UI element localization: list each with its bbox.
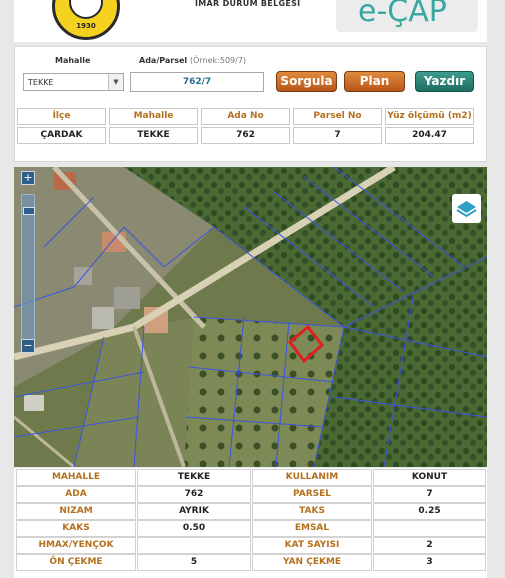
row-value-1: TEKKE bbox=[137, 469, 251, 486]
mahalle-select-value: TEKKE bbox=[28, 78, 54, 87]
row-value-2: 2 bbox=[373, 537, 486, 554]
table-row: NIZAM AYRIK TAKS 0.25 bbox=[14, 503, 487, 520]
table-row: ÖN ÇEKME 5 YAN ÇEKME 3 bbox=[14, 554, 487, 571]
table-row: HMAX/YENÇOK KAT SAYISI 2 bbox=[14, 537, 487, 554]
layers-icon bbox=[456, 201, 477, 218]
table-row: ADA 762 PARSEL 7 bbox=[14, 486, 487, 503]
satellite-map-view[interactable] bbox=[14, 167, 487, 467]
row-value-2: 7 bbox=[373, 486, 486, 503]
row-label-1: ÖN ÇEKME bbox=[16, 554, 136, 571]
row-value-2 bbox=[373, 520, 486, 537]
ada-no-header: Ada No bbox=[201, 108, 290, 125]
row-label-1: KAKS bbox=[16, 520, 136, 537]
mahalle-label: Mahalle bbox=[55, 56, 91, 65]
row-label-1: NIZAM bbox=[16, 503, 136, 520]
yazdir-button[interactable]: Yazdır bbox=[415, 71, 474, 92]
yuz-olcumu-header: Yüz ölçümü (m2) bbox=[385, 108, 474, 125]
mahalle-select[interactable]: TEKKE ▼ bbox=[23, 73, 124, 91]
ilce-header: İlçe bbox=[17, 108, 106, 125]
tree-emblem-icon bbox=[69, 0, 103, 19]
table-row: KAKS 0.50 EMSAL bbox=[14, 520, 487, 537]
row-value-1: 762 bbox=[137, 486, 251, 503]
municipality-logo: 1930 bbox=[52, 0, 120, 40]
row-label-2: YAN ÇEKME bbox=[252, 554, 372, 571]
zoom-out-button[interactable]: − bbox=[21, 339, 35, 353]
layers-button[interactable] bbox=[452, 194, 481, 223]
parsel-no-header: Parsel No bbox=[293, 108, 382, 125]
row-label-2: KULLANIM bbox=[252, 469, 372, 486]
chevron-down-icon[interactable]: ▼ bbox=[108, 74, 123, 90]
row-label-1: HMAX/YENÇOK bbox=[16, 537, 136, 554]
zoom-in-button[interactable]: + bbox=[21, 171, 35, 185]
row-value-1: 5 bbox=[137, 554, 251, 571]
parsel-no-value: 7 bbox=[293, 127, 382, 144]
query-panel: Mahalle Ada/Parsel (Örnek:509/7) TEKKE ▼… bbox=[14, 46, 487, 162]
row-value-2: 3 bbox=[373, 554, 486, 571]
table-row: MAHALLE TEKKE KULLANIM KONUT bbox=[14, 469, 487, 486]
zoning-info-table: MAHALLE TEKKE KULLANIM KONUT ADA 762 PAR… bbox=[14, 468, 487, 578]
logo-year: 1930 bbox=[76, 22, 96, 30]
row-value-1 bbox=[137, 537, 251, 554]
row-value-2: KONUT bbox=[373, 469, 486, 486]
ada-parsel-label-wrap: Ada/Parsel (Örnek:509/7) bbox=[139, 56, 246, 65]
sorgula-button[interactable]: Sorgula bbox=[276, 71, 337, 92]
zoom-slider[interactable] bbox=[21, 194, 35, 340]
row-value-2: 0.25 bbox=[373, 503, 486, 520]
ada-parsel-input[interactable]: 762/7 bbox=[130, 72, 264, 92]
ecap-brand-logo: e-ÇAP bbox=[336, 0, 478, 32]
row-label-2: TAKS bbox=[252, 503, 372, 520]
mahalle-header: Mahalle bbox=[109, 108, 198, 125]
row-label-2: EMSAL bbox=[252, 520, 372, 537]
ada-no-value: 762 bbox=[201, 127, 290, 144]
plan-notu-button[interactable]: Plan Notu bbox=[344, 71, 405, 107]
row-label-1: MAHALLE bbox=[16, 469, 136, 486]
row-label-1: ADA bbox=[16, 486, 136, 503]
row-value-1: AYRIK bbox=[137, 503, 251, 520]
ada-parsel-hint: (Örnek:509/7) bbox=[189, 56, 247, 65]
yuz-olcumu-value: 204.47 bbox=[385, 127, 474, 144]
ada-parsel-label: Ada/Parsel bbox=[139, 56, 188, 65]
zoom-slider-knob[interactable] bbox=[23, 207, 35, 215]
app-header: 1930 İMAR DURUM BELGESİ e-ÇAP bbox=[14, 0, 487, 42]
document-title: İMAR DURUM BELGESİ bbox=[195, 0, 301, 8]
row-label-2: PARSEL bbox=[252, 486, 372, 503]
mahalle-value: TEKKE bbox=[109, 127, 198, 144]
row-label-2: KAT SAYISI bbox=[252, 537, 372, 554]
parcel-map[interactable]: + − bbox=[14, 167, 487, 467]
row-value-1: 0.50 bbox=[137, 520, 251, 537]
ilce-value: ÇARDAK bbox=[17, 127, 106, 144]
